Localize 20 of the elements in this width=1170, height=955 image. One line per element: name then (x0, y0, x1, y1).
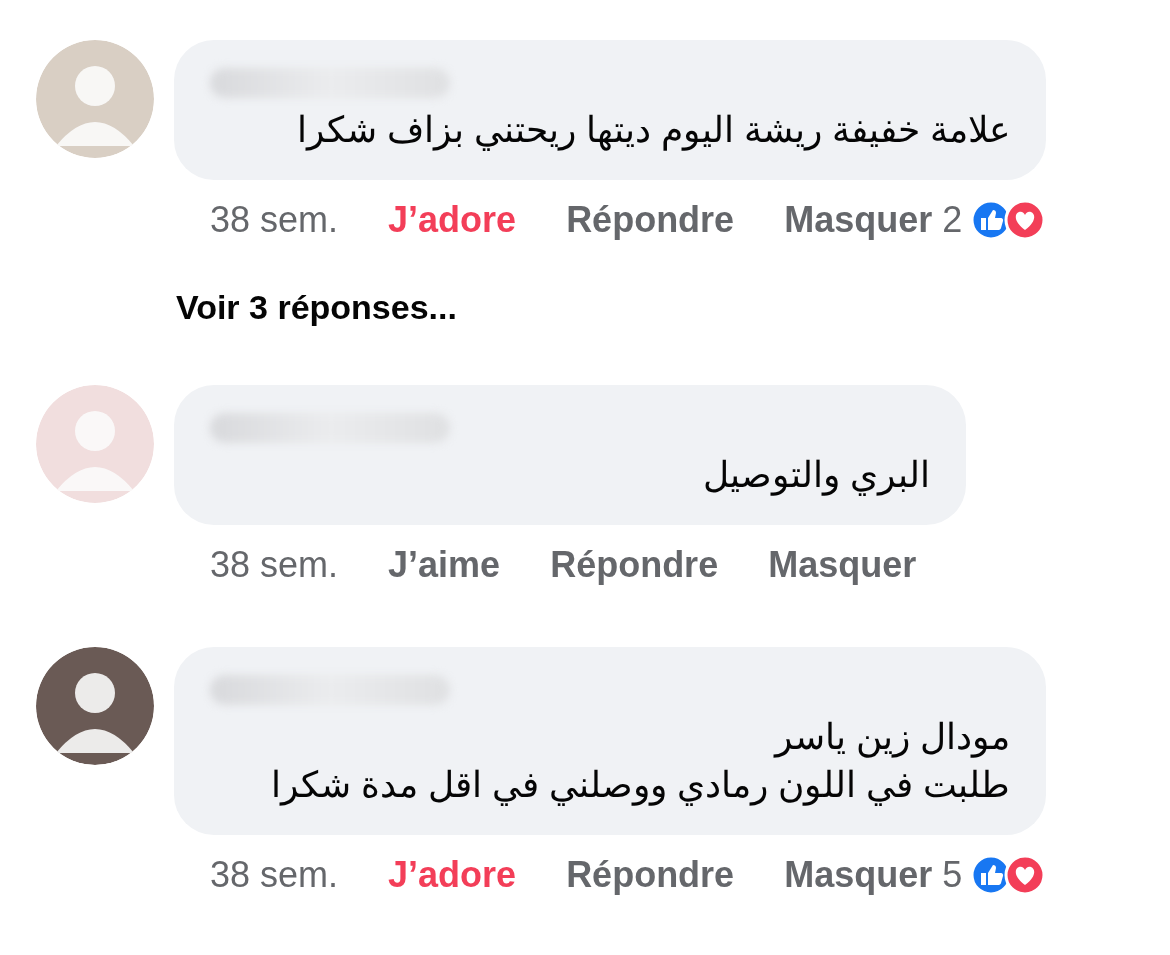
reply-link[interactable]: Répondre (550, 544, 719, 586)
reaction-link[interactable]: J’adore (388, 199, 517, 241)
comment-text: البري والتوصيل (703, 453, 931, 498)
hide-link[interactable]: Masquer (784, 199, 933, 241)
reply-link[interactable]: Répondre (566, 199, 735, 241)
reaction-link[interactable]: J’adore (388, 854, 517, 896)
comment-text: علامة خفيفة ريشة اليوم ديتها ريحتني بزاف شكرا (297, 108, 1011, 153)
timestamp[interactable]: 38 sem. (210, 544, 339, 586)
view-replies-link[interactable]: Voir 3 réponses... (176, 288, 1170, 327)
reaction-count[interactable]: 2 (942, 199, 963, 241)
timestamp[interactable]: 38 sem. (210, 199, 339, 241)
hide-link[interactable]: Masquer (768, 544, 917, 586)
reaction-count[interactable]: 5 (942, 854, 963, 896)
reaction-link[interactable]: J’aime (388, 544, 501, 586)
comment-text: طلبت في اللون رمادي ووصلني في اقل مدة شكرا (271, 763, 1011, 808)
timestamp[interactable]: 38 sem. (210, 854, 339, 896)
reply-link[interactable]: Répondre (566, 854, 735, 896)
avatar[interactable] (36, 647, 154, 765)
comment-text: مودال زين ياسر (775, 715, 1011, 760)
hide-link[interactable]: Masquer (784, 854, 933, 896)
